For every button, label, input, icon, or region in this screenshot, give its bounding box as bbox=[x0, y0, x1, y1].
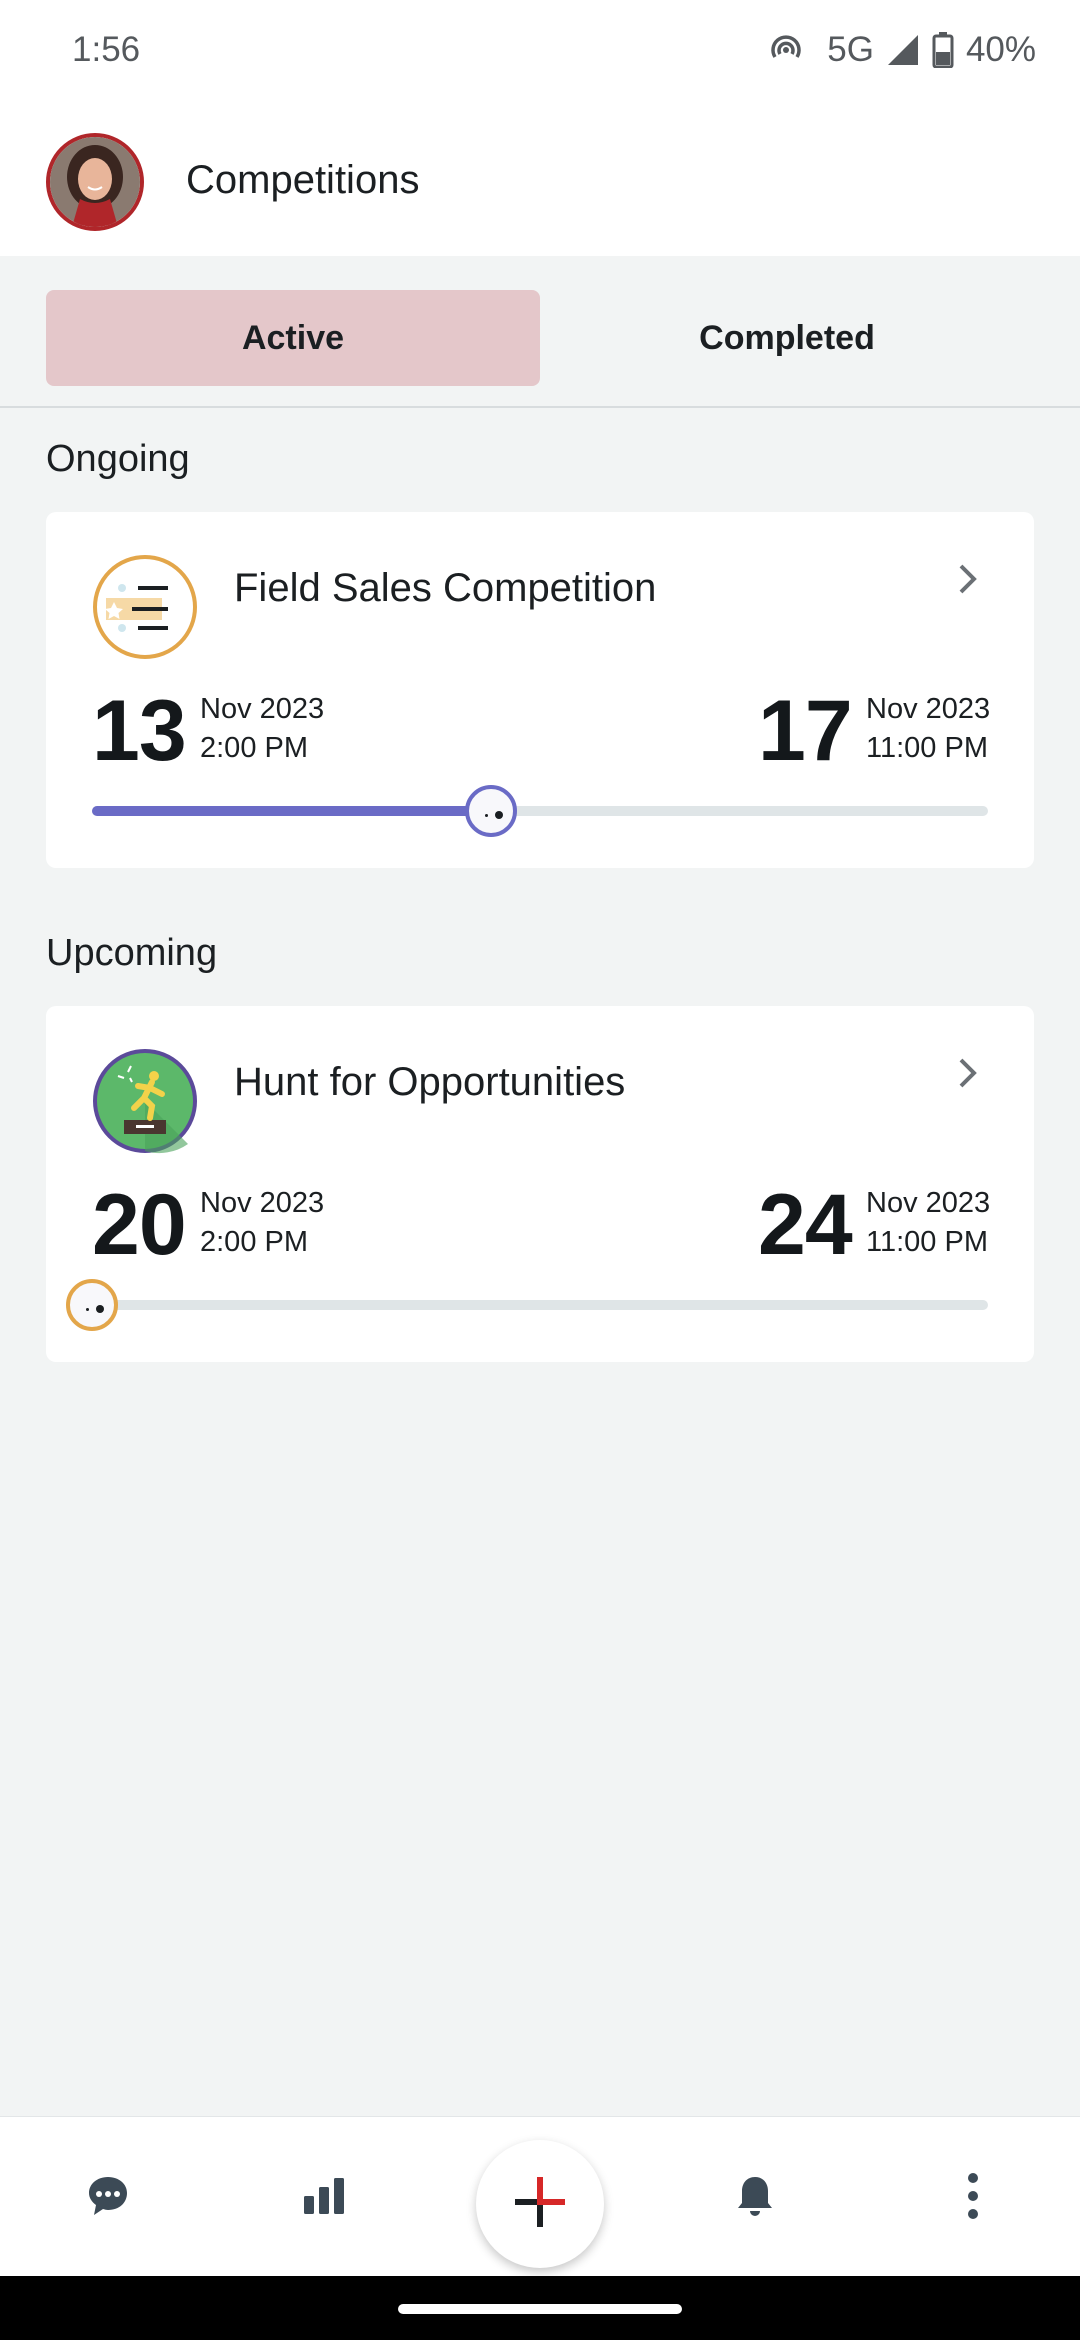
competition-title: Hunt for Opportunities bbox=[234, 1060, 626, 1104]
end-month-year: Nov 2023 bbox=[866, 693, 991, 725]
end-time: 11:00 PM bbox=[866, 732, 988, 764]
tab-bar: Active Completed bbox=[0, 256, 1080, 408]
end-date-meta: Nov 2023 11:00 PM bbox=[866, 690, 990, 768]
start-day: 13 bbox=[92, 683, 187, 779]
status-icons: 5G 40% bbox=[767, 30, 1036, 70]
start-time: 2:00 PM bbox=[200, 732, 308, 764]
add-icon bbox=[511, 2173, 569, 2236]
add-button[interactable] bbox=[476, 2140, 604, 2268]
chevron-right-icon bbox=[956, 1056, 980, 1090]
start-time: 2:00 PM bbox=[200, 1226, 308, 1258]
tab-completed[interactable]: Completed bbox=[540, 290, 1034, 386]
start-month-year: Nov 2023 bbox=[200, 1187, 325, 1219]
app-header: Competitions bbox=[0, 106, 1080, 256]
end-time: 11:00 PM bbox=[866, 1226, 988, 1258]
start-month-year: Nov 2023 bbox=[200, 693, 325, 725]
competition-title: Field Sales Competition bbox=[234, 566, 657, 610]
list-badge-icon bbox=[92, 554, 198, 660]
end-day: 17 bbox=[758, 683, 853, 779]
leaderboard-icon[interactable] bbox=[289, 2161, 359, 2231]
progress-track bbox=[66, 1279, 988, 1331]
tab-active[interactable]: Active bbox=[46, 290, 540, 386]
end-date-meta: Nov 2023 11:00 PM bbox=[866, 1184, 990, 1262]
navigation-gesture-bar bbox=[0, 2276, 1080, 2340]
network-type: 5G bbox=[827, 30, 874, 69]
hotspot-icon bbox=[767, 31, 805, 69]
chat-icon[interactable] bbox=[73, 2161, 143, 2231]
battery-level: 40% bbox=[965, 30, 1036, 69]
notifications-icon[interactable] bbox=[720, 2161, 790, 2231]
battery-icon bbox=[932, 32, 954, 68]
start-date-meta: Nov 2023 2:00 PM bbox=[200, 690, 324, 768]
signal-icon bbox=[886, 33, 920, 67]
chevron-right-icon bbox=[956, 562, 980, 596]
progress-fill bbox=[92, 806, 491, 816]
progress-track bbox=[92, 785, 988, 837]
end-month-year: Nov 2023 bbox=[866, 1187, 991, 1219]
competition-card-ongoing[interactable]: Field Sales Competition 13 Nov 2023 2:00… bbox=[46, 512, 1034, 868]
avatar[interactable] bbox=[46, 133, 144, 231]
start-date-meta: Nov 2023 2:00 PM bbox=[200, 1184, 324, 1262]
section-title-upcoming: Upcoming bbox=[46, 932, 218, 974]
section-title-ongoing: Ongoing bbox=[46, 438, 190, 480]
status-time: 1:56 bbox=[72, 30, 141, 69]
progress-knob bbox=[464, 785, 517, 837]
page-title: Competitions bbox=[186, 158, 420, 202]
status-bar: 1:56 5G 40% bbox=[0, 0, 1080, 106]
end-day: 24 bbox=[758, 1177, 853, 1273]
more-vert-icon[interactable] bbox=[938, 2161, 1008, 2231]
running-figure-icon bbox=[92, 1048, 198, 1154]
start-day: 20 bbox=[92, 1177, 187, 1273]
competition-card-upcoming[interactable]: Hunt for Opportunities 20 Nov 2023 2:00 … bbox=[46, 1006, 1034, 1362]
progress-knob bbox=[66, 1279, 118, 1331]
gesture-handle[interactable] bbox=[398, 2304, 682, 2314]
